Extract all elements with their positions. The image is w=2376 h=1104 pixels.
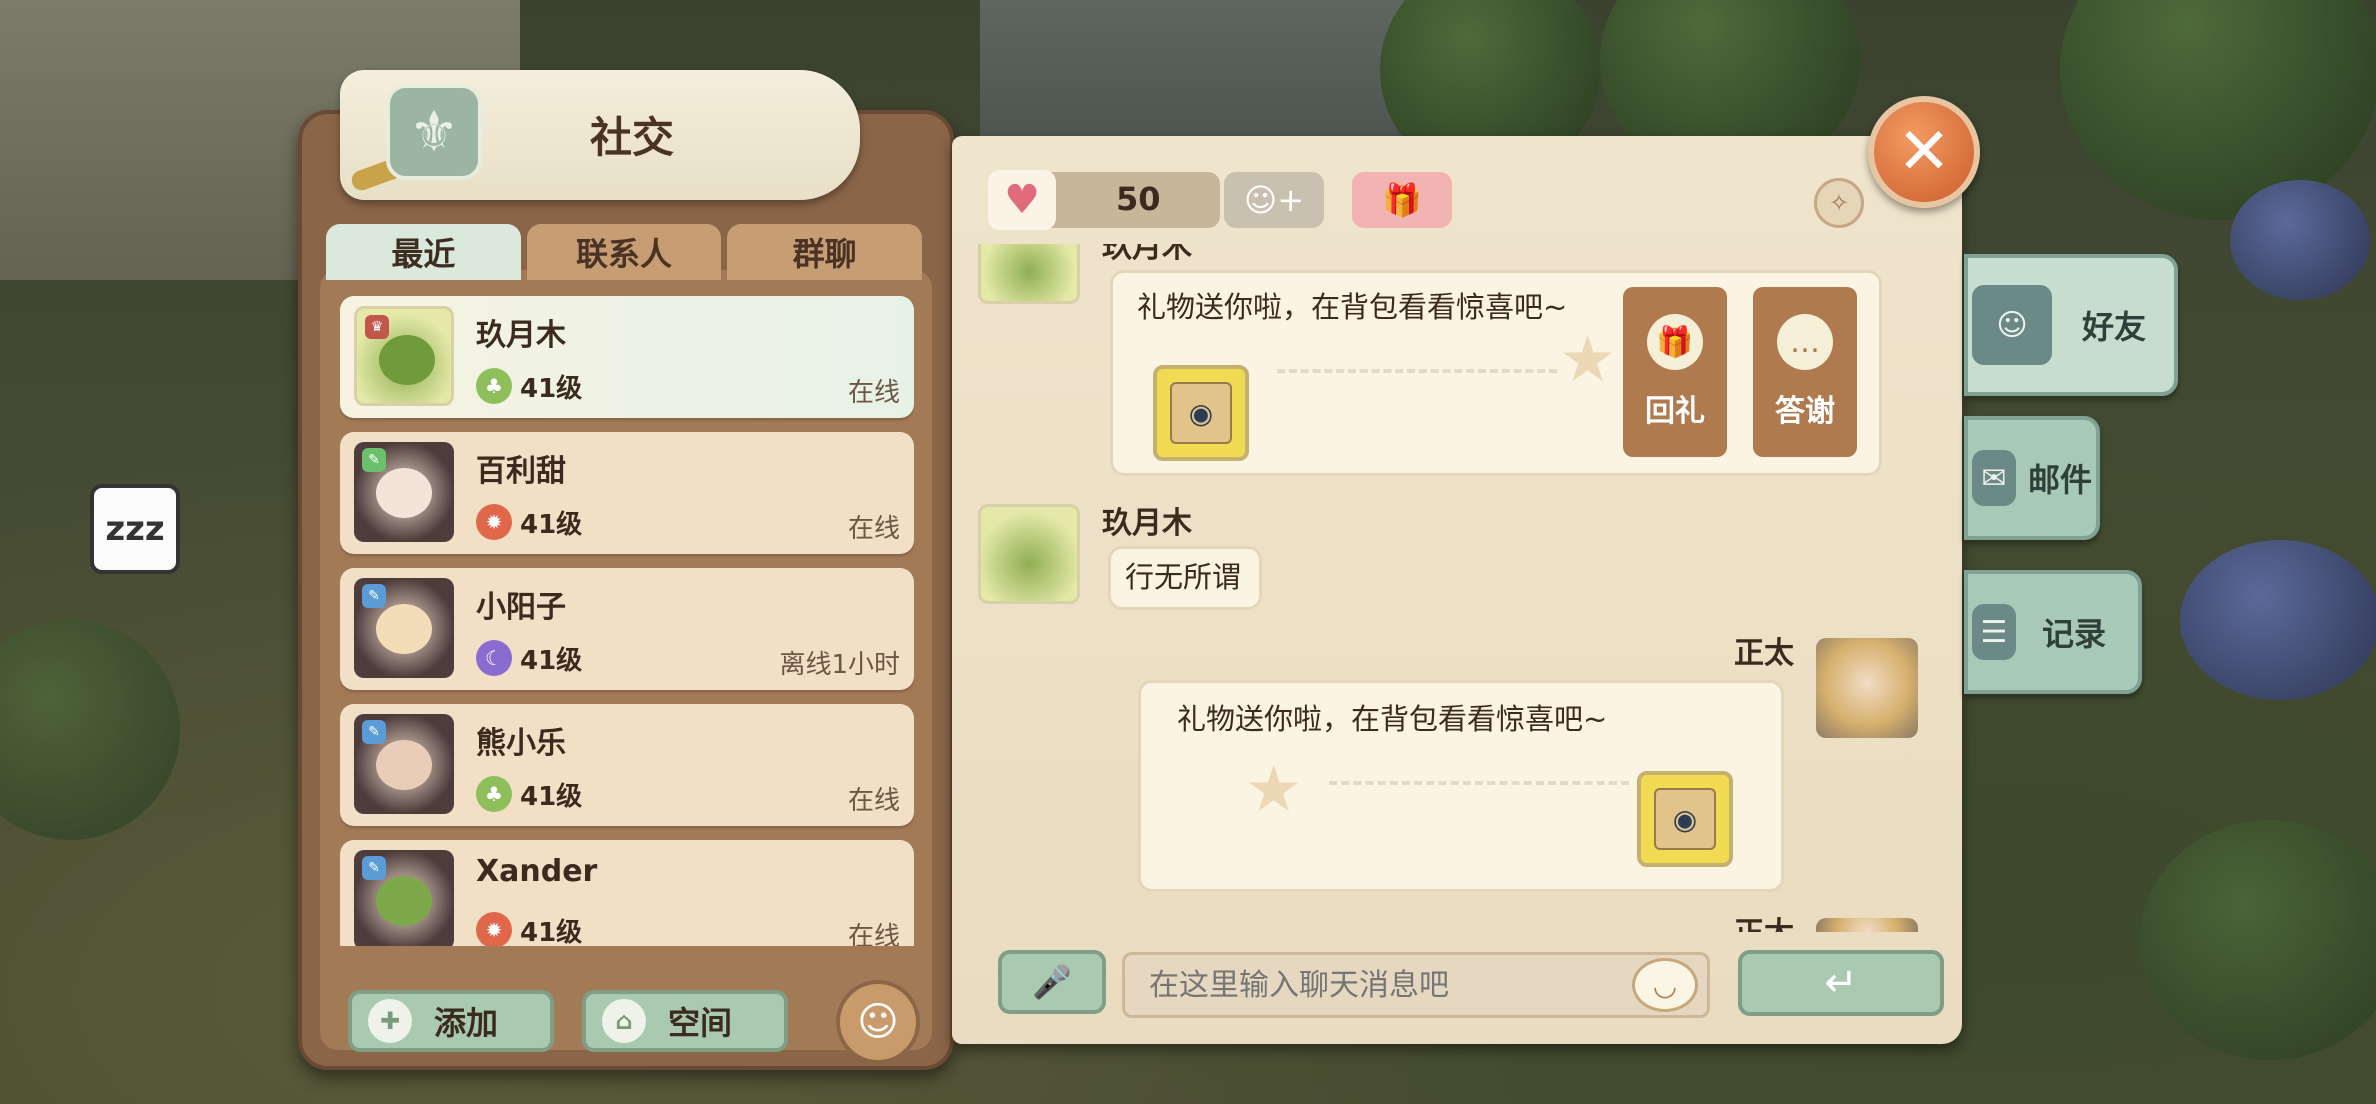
contact-level: 41级	[520, 918, 583, 946]
cat-girl-avatar: ✎	[354, 442, 454, 542]
contact-level: 41级	[520, 646, 583, 676]
sender-name: 正太	[1734, 908, 1794, 932]
contact-status: 在线	[847, 378, 900, 408]
social-title-tag: ⚜ 社交	[340, 70, 860, 200]
return-gift-button[interactable]: 🎁 回礼	[1623, 287, 1727, 457]
contact-name: Xander	[476, 854, 598, 889]
tab-friends[interactable]: ☺ 好友	[1964, 254, 2178, 396]
contact-level: 41级	[520, 782, 583, 812]
space-button[interactable]: ⌂ 空间	[582, 990, 788, 1052]
blonde-boy-avatar	[1816, 918, 1918, 932]
affinity-box: ♥ 50	[988, 170, 1220, 230]
tab-records[interactable]: ☰ 记录	[1964, 570, 2142, 694]
contact-status: 在线	[847, 786, 900, 816]
friend-icon: ☺	[1972, 285, 2052, 365]
add-friend-icon[interactable]: ☺+	[1224, 172, 1324, 228]
contact-item[interactable]: ✎ 熊小乐 ♣ 41级 在线	[340, 704, 914, 826]
home-icon: ⌂	[602, 999, 646, 1043]
message-text: 礼物送你啦，在背包看看惊喜吧~	[1137, 290, 1568, 324]
moon-icon: ☾	[476, 640, 512, 676]
side-tab-label: 记录	[2042, 615, 2107, 653]
microphone-button[interactable]: 🎤	[998, 950, 1106, 1014]
clover-icon: ♣	[476, 776, 512, 812]
gift-package-icon[interactable]: ◉	[1153, 365, 1249, 461]
tab-contacts[interactable]: 联系人	[526, 224, 722, 280]
side-tab-label: 邮件	[2028, 461, 2093, 499]
blonde-cat-avatar: ✎	[354, 578, 454, 678]
fire-icon: ✹	[476, 504, 512, 540]
add-label: 添加	[434, 1004, 499, 1042]
contact-name: 玖月木	[476, 318, 566, 353]
gift-icon: 🎁	[1647, 314, 1703, 370]
text-message-bubble: 行无所谓	[1108, 546, 1262, 610]
social-tabs: 最近 联系人 群聊	[326, 224, 923, 280]
contact-name: 小阳子	[476, 590, 566, 625]
gift-package-icon[interactable]: ◉	[1637, 771, 1733, 867]
tab-recent[interactable]: 最近	[326, 224, 521, 280]
contact-status: 离线1小时	[779, 650, 900, 680]
contact-list: ♛ 玖月木 ♣ 41级 在线 ✎ 百利甜 ✹ 41级 在线 ✎ 小阳子 ☾ 41…	[340, 296, 914, 946]
message-list: 玖月木 礼物送你啦，在背包看看惊喜吧~ ◉ ★ 🎁 回礼 … 答谢 玖月木 行无…	[972, 244, 1920, 932]
thanks-button[interactable]: … 答谢	[1753, 287, 1857, 457]
broom-icon[interactable]: ✧	[1814, 178, 1864, 228]
contact-item[interactable]: ✎ Xander ✹ 41级 在线	[340, 840, 914, 946]
return-gift-label: 回礼	[1645, 394, 1705, 429]
contact-level: 41级	[520, 374, 583, 404]
frog-cat-avatar: ✎	[354, 850, 454, 946]
message-text: 礼物送你啦，在背包看看惊喜吧~	[1177, 702, 1608, 736]
chat-input[interactable]	[1122, 952, 1710, 1018]
heart-icon: ♥	[988, 170, 1056, 230]
frog-avatar	[978, 244, 1080, 304]
frog-avatar: ♛	[354, 306, 454, 406]
contact-name: 熊小乐	[476, 726, 566, 761]
clover-icon: ♣	[476, 368, 512, 404]
send-button[interactable]: ↵	[1738, 950, 1944, 1016]
fleur-emblem-icon: ⚜	[386, 84, 482, 180]
contact-item[interactable]: ♛ 玖月木 ♣ 41级 在线	[340, 296, 914, 418]
thanks-label: 答谢	[1775, 394, 1835, 429]
message-text: 行无所谓	[1125, 560, 1242, 594]
tab-group-chat[interactable]: 群聊	[727, 224, 923, 280]
sender-name: 玖月木	[1102, 244, 1192, 265]
mail-icon: ✉	[1972, 450, 2016, 506]
contact-name: 百利甜	[476, 454, 566, 489]
dark-hair-cat-avatar: ✎	[354, 714, 454, 814]
tab-mail[interactable]: ✉ 邮件	[1964, 416, 2100, 540]
contact-level: 41级	[520, 510, 583, 540]
emote-star-button[interactable]: ☺	[836, 980, 920, 1064]
contact-status: 在线	[847, 922, 900, 946]
add-friend-button[interactable]: ✚ 添加	[348, 990, 554, 1052]
fire-icon: ✹	[476, 912, 512, 946]
page-title: 社交	[590, 113, 675, 162]
blonde-boy-avatar	[1816, 638, 1918, 738]
send-gift-button[interactable]: 🎁	[1352, 172, 1452, 228]
speech-bubble-icon: …	[1777, 314, 1833, 370]
contact-item[interactable]: ✎ 百利甜 ✹ 41级 在线	[340, 432, 914, 554]
record-icon: ☰	[1972, 604, 2016, 660]
frog-avatar	[978, 504, 1080, 604]
gift-message-bubble: 礼物送你啦，在背包看看惊喜吧~ ★ ◉	[1138, 680, 1784, 892]
sender-name: 正太	[1734, 636, 1794, 671]
contact-status: 在线	[847, 514, 900, 544]
emoji-face-icon[interactable]: ◡	[1632, 958, 1698, 1012]
gift-message-bubble: 礼物送你啦，在背包看看惊喜吧~ ◉ ★ 🎁 回礼 … 答谢	[1110, 270, 1882, 476]
sender-name: 玖月木	[1102, 506, 1192, 541]
affinity-value: 50	[1116, 180, 1161, 218]
contact-item[interactable]: ✎ 小阳子 ☾ 41级 离线1小时	[340, 568, 914, 690]
add-user-icon: ✚	[368, 999, 412, 1043]
side-tab-label: 好友	[2082, 308, 2147, 346]
sleep-bubble-icon: zzz	[90, 484, 180, 574]
space-label: 空间	[668, 1004, 733, 1042]
close-button[interactable]: ✕	[1868, 96, 1980, 208]
